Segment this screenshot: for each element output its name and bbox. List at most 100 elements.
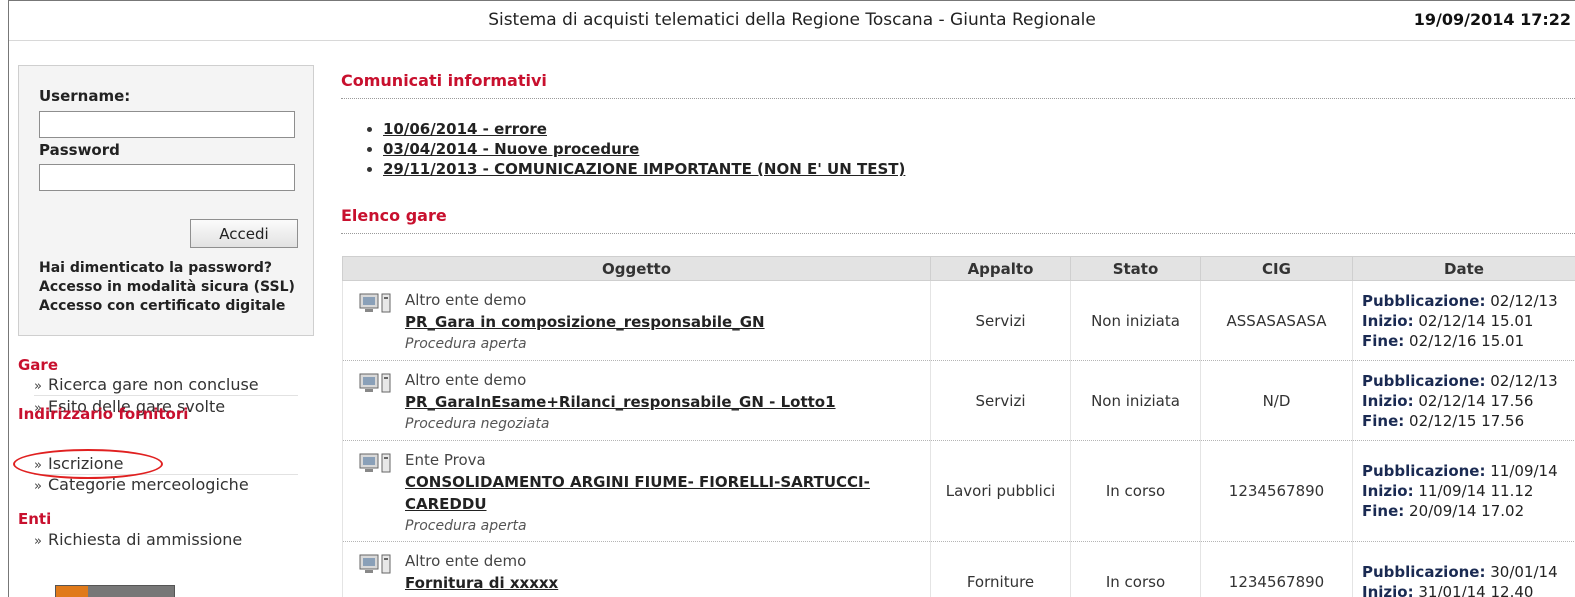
column-header-date[interactable]: Date	[1352, 256, 1575, 281]
chevron-right-icon: »	[34, 479, 42, 494]
dates-cell: Pubblicazione: 30/01/14 Inizio: 31/01/14…	[1352, 541, 1575, 597]
column-header-oggetto[interactable]: Oggetto	[342, 256, 931, 281]
appalto-cell: Servizi	[930, 360, 1071, 441]
column-header-cig[interactable]: CIG	[1200, 256, 1353, 281]
news-link[interactable]: 29/11/2013 - COMUNICAZIONE IMPORTANTE (N…	[383, 160, 905, 178]
nav-section-enti: Enti	[18, 510, 52, 528]
date-key: Inizio:	[1362, 482, 1414, 500]
appalto-cell: Forniture	[930, 541, 1071, 597]
procedure-type: Procedura aperta	[405, 336, 527, 352]
news-link[interactable]: 03/04/2014 - Nuove procedure	[383, 140, 639, 158]
divider	[341, 233, 1575, 234]
computer-icon	[359, 453, 391, 473]
tender-link[interactable]: CONSOLIDAMENTO ARGINI FIUME- FIORELLI-SA…	[405, 473, 870, 513]
date-key: Fine:	[1362, 411, 1405, 430]
date-key: Fine:	[1362, 502, 1405, 520]
username-label: Username:	[39, 87, 131, 105]
tenders-section-title: Elenco gare	[341, 206, 447, 225]
date-key: Pubblicazione:	[1362, 562, 1486, 581]
table-row: Altro ente demo Fornitura di xxxxx Forni…	[342, 541, 1575, 597]
app-title: Sistema di acquisti telematici della Reg…	[488, 10, 1096, 30]
oggetto-cell: Ente Prova CONSOLIDAMENTO ARGINI FIUME- …	[342, 440, 931, 542]
cig-cell: N/D	[1200, 360, 1353, 441]
nav-section-gare: Gare	[18, 356, 59, 374]
tender-link[interactable]: Fornitura di xxxxx	[405, 574, 558, 592]
certificate-login-link[interactable]: Accesso con certificato digitale	[39, 298, 285, 314]
oggetto-cell: Altro ente demo PR_Gara in composizione_…	[342, 280, 931, 361]
tender-link[interactable]: PR_GaraInEsame+Rilanci_responsabile_GN -…	[405, 393, 836, 411]
cig-cell: 1234567890	[1200, 541, 1353, 597]
date-value: 20/09/14 17.02	[1409, 502, 1525, 520]
tender-link[interactable]: PR_Gara in composizione_responsabile_GN	[405, 313, 765, 331]
table-header-row: Oggetto Appalto Stato CIG Date	[342, 256, 1575, 281]
appalto-cell: Servizi	[930, 280, 1071, 361]
login-submit-button[interactable]: Accedi	[190, 219, 298, 248]
dates-cell: Pubblicazione: 02/12/13 Inizio: 02/12/14…	[1352, 280, 1575, 361]
date-value: 02/12/16 15.01	[1409, 331, 1525, 350]
date-value: 02/12/13	[1490, 371, 1558, 390]
date-key: Pubblicazione:	[1362, 291, 1486, 310]
cig-cell: 1234567890	[1200, 440, 1353, 542]
date-key: Inizio:	[1362, 582, 1414, 597]
date-key: Pubblicazione:	[1362, 371, 1486, 390]
nav-item-ricerca-gare[interactable]: » Ricerca gare non concluse	[34, 375, 298, 396]
ente-name: Altro ente demo	[405, 371, 527, 389]
footer-badge[interactable]	[55, 585, 175, 597]
oggetto-cell: Altro ente demo PR_GaraInEsame+Rilanci_r…	[342, 360, 931, 441]
ente-name: Altro ente demo	[405, 552, 527, 570]
date-value: 11/09/14	[1490, 462, 1558, 480]
dates-cell: Pubblicazione: 11/09/14 Inizio: 11/09/14…	[1352, 440, 1575, 542]
stato-cell: In corso	[1070, 440, 1201, 542]
date-value: 02/12/14 15.01	[1418, 311, 1534, 330]
list-item: 29/11/2013 - COMUNICAZIONE IMPORTANTE (N…	[383, 159, 905, 179]
top-bar: Sistema di acquisti telematici della Reg…	[9, 1, 1575, 41]
news-list: 10/06/2014 - errore 03/04/2014 - Nuove p…	[383, 119, 905, 179]
column-header-stato[interactable]: Stato	[1070, 256, 1201, 281]
list-item: 03/04/2014 - Nuove procedure	[383, 139, 905, 159]
procedure-type: Procedura negoziata	[405, 416, 550, 432]
ssl-login-link[interactable]: Accesso in modalità sicura (SSL)	[39, 279, 295, 295]
stato-cell: Non iniziata	[1070, 280, 1201, 361]
date-value: 30/01/14	[1490, 562, 1558, 581]
computer-icon	[359, 293, 391, 313]
stato-cell: Non iniziata	[1070, 360, 1201, 441]
chevron-right-icon: »	[34, 379, 42, 394]
date-key: Fine:	[1362, 331, 1405, 350]
date-key: Pubblicazione:	[1362, 462, 1486, 480]
date-key: Inizio:	[1362, 311, 1414, 330]
username-input[interactable]	[39, 111, 295, 138]
date-value: 02/12/13	[1490, 291, 1558, 310]
nav-item-label: Ricerca gare non concluse	[47, 375, 259, 394]
highlight-annotation	[13, 449, 163, 479]
date-value: 02/12/14 17.56	[1418, 391, 1534, 410]
nav-item-label: Richiesta di ammissione	[47, 530, 243, 549]
news-section-title: Comunicati informativi	[341, 71, 547, 90]
computer-icon	[359, 554, 391, 574]
forgot-password-link[interactable]: Hai dimenticato la password?	[39, 260, 272, 276]
date-key: Inizio:	[1362, 391, 1414, 410]
cig-cell: ASSASASASA	[1200, 280, 1353, 361]
stato-cell: In corso	[1070, 541, 1201, 597]
procedure-type: Procedura aperta	[405, 518, 527, 534]
current-datetime: 19/09/2014 17:22	[1413, 10, 1571, 29]
table-row: Ente Prova CONSOLIDAMENTO ARGINI FIUME- …	[342, 440, 1575, 542]
ente-name: Altro ente demo	[405, 291, 527, 309]
news-link[interactable]: 10/06/2014 - errore	[383, 120, 547, 138]
table-row: Altro ente demo PR_Gara in composizione_…	[342, 280, 1575, 361]
password-input[interactable]	[39, 164, 295, 191]
date-value: 11/09/14 11.12	[1418, 482, 1534, 500]
password-label: Password	[39, 141, 120, 159]
login-box: Username: Password Accedi Hai dimenticat…	[18, 65, 314, 336]
date-value: 02/12/15 17.56	[1409, 411, 1525, 430]
list-item: 10/06/2014 - errore	[383, 119, 905, 139]
tenders-table: Oggetto Appalto Stato CIG Date Altro ent…	[342, 256, 1575, 597]
appalto-cell: Lavori pubblici	[930, 440, 1071, 542]
nav-section-indirizzario: Indirizzario fornitori	[18, 405, 189, 423]
chevron-right-icon: »	[34, 534, 42, 549]
divider	[341, 98, 1575, 99]
column-header-appalto[interactable]: Appalto	[930, 256, 1071, 281]
nav-item-richiesta-ammissione[interactable]: » Richiesta di ammissione	[34, 530, 298, 550]
date-value: 31/01/14 12.40	[1418, 582, 1534, 597]
dates-cell: Pubblicazione: 02/12/13 Inizio: 02/12/14…	[1352, 360, 1575, 441]
table-row: Altro ente demo PR_GaraInEsame+Rilanci_r…	[342, 360, 1575, 441]
